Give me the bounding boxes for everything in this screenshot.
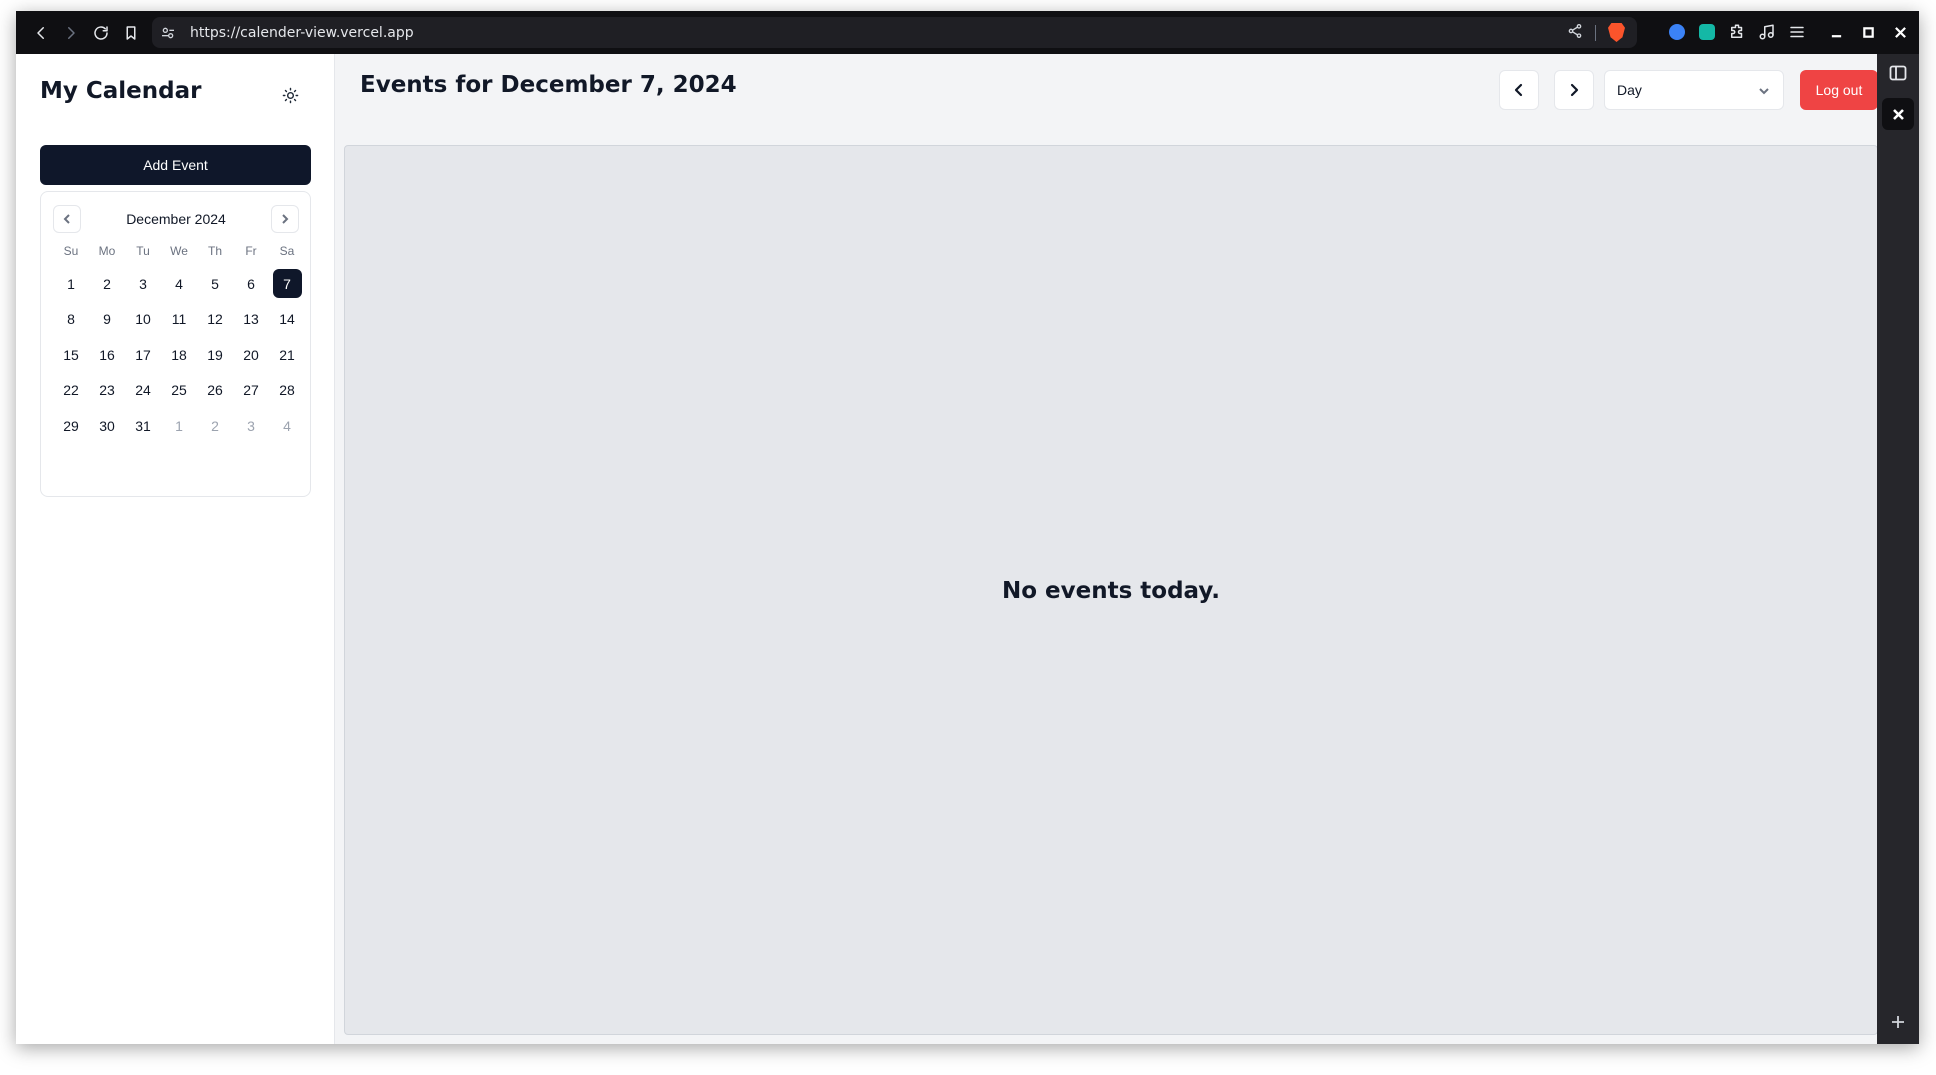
weekday-label: We — [170, 244, 188, 258]
day-cell[interactable]: 23 — [93, 376, 122, 405]
minimize-icon[interactable] — [1821, 19, 1851, 45]
close-icon[interactable] — [1882, 98, 1914, 130]
day-cell[interactable]: 28 — [273, 376, 302, 405]
month-label: December 2024 — [126, 211, 226, 227]
view-mode-value: Day — [1617, 82, 1642, 98]
day-grid: Su Mo Tu We Th Fr Sa 1 2 3 4 5 6 7 8 9 10 11 12 13 14 15 16 17… — [53, 244, 305, 444]
extension-blue-icon[interactable] — [1667, 22, 1687, 42]
day-cell[interactable]: 20 — [237, 340, 266, 369]
music-icon[interactable] — [1757, 22, 1777, 42]
next-day-button[interactable] — [1554, 70, 1594, 110]
day-cell[interactable]: 27 — [237, 376, 266, 405]
day-cell[interactable]: 6 — [237, 269, 266, 298]
weekday-label: Sa — [279, 244, 295, 258]
browser-sidebar — [1877, 54, 1919, 1044]
share-icon[interactable] — [1567, 23, 1583, 43]
week-row: 1234567 — [53, 266, 305, 302]
day-cell[interactable]: 17 — [129, 340, 158, 369]
chevron-down-icon — [1757, 84, 1771, 98]
day-cell[interactable]: 11 — [165, 305, 194, 334]
reload-icon[interactable] — [86, 18, 116, 48]
address-bar[interactable]: https://calender-view.vercel.app — [152, 17, 1637, 48]
empty-state-message: No events today. — [1001, 578, 1220, 604]
day-cell[interactable]: 31 — [129, 411, 158, 440]
day-cell[interactable]: 26 — [201, 376, 230, 405]
weekday-header-row: Su Mo Tu We Th Fr Sa — [53, 244, 305, 260]
divider — [1595, 24, 1596, 41]
window-close-icon[interactable] — [1885, 19, 1915, 45]
plus-icon[interactable] — [1890, 1014, 1906, 1030]
app-title: My Calendar — [40, 78, 202, 104]
week-row: 15 16 17 18 19 20 21 — [53, 337, 305, 373]
day-cell[interactable]: 10 — [129, 305, 158, 334]
day-cell-selected[interactable]: 7 — [272, 269, 302, 299]
back-icon[interactable] — [26, 18, 56, 48]
day-cell[interactable]: 9 — [93, 305, 122, 334]
day-cell[interactable]: 8 — [57, 305, 86, 334]
mini-calendar-header: December 2024 — [53, 205, 299, 233]
weekday-label: Th — [207, 244, 222, 258]
puzzle-icon[interactable] — [1727, 22, 1747, 42]
sidebar-panel-icon[interactable] — [1889, 64, 1907, 82]
next-month-button[interactable] — [271, 205, 299, 233]
week-row: 8 9 10 11 12 13 14 — [53, 302, 305, 338]
day-cell[interactable]: 4 — [165, 269, 194, 298]
day-cell[interactable]: 16 — [93, 340, 122, 369]
sidebar: My Calendar Add Event December 2024 Su Mo… — [16, 54, 335, 1044]
weekday-label: Mo — [98, 244, 116, 258]
calendar-app: My Calendar Add Event December 2024 Su Mo… — [16, 54, 1878, 1044]
theme-toggle-sun-icon[interactable] — [282, 87, 302, 107]
browser-toolbar: https://calender-view.vercel.app — [16, 11, 1919, 54]
day-cell-outside[interactable]: 3 — [237, 411, 266, 440]
week-row: 22 23 24 25 26 27 28 — [53, 373, 305, 409]
page-title: Events for December 7, 2024 — [360, 72, 737, 98]
events-panel: No events today. — [344, 145, 1878, 1035]
day-cell[interactable]: 30 — [93, 411, 122, 440]
day-cell[interactable]: 25 — [165, 376, 194, 405]
forward-icon[interactable] — [56, 18, 86, 48]
day-cell[interactable]: 21 — [273, 340, 302, 369]
main-content: Events for December 7, 2024 Day Log out … — [335, 54, 1878, 1044]
week-row: 29 30 31 1 2 3 4 — [53, 408, 305, 444]
day-cell[interactable]: 3 — [129, 269, 158, 298]
day-cell[interactable]: 12 — [201, 305, 230, 334]
day-cell[interactable]: 1 — [57, 269, 86, 298]
logout-button[interactable]: Log out — [1800, 70, 1878, 110]
day-cell[interactable]: 15 — [57, 340, 86, 369]
day-cell-outside[interactable]: 4 — [273, 411, 302, 440]
day-cell[interactable]: 14 — [273, 305, 302, 334]
mini-calendar: December 2024 Su Mo Tu We Th Fr Sa 1 2 3 4 5 6 7 8 9 10… — [40, 191, 311, 497]
day-cell[interactable]: 13 — [237, 305, 266, 334]
extension-teal-icon[interactable] — [1697, 22, 1717, 42]
bookmark-icon[interactable] — [116, 18, 146, 48]
maximize-icon[interactable] — [1853, 19, 1883, 45]
day-cell[interactable]: 22 — [57, 376, 86, 405]
brave-shield-icon[interactable] — [1608, 23, 1625, 42]
weekday-label: Su — [63, 244, 79, 258]
day-cell[interactable]: 2 — [93, 269, 122, 298]
site-settings-icon[interactable] — [160, 25, 176, 41]
day-cell[interactable]: 5 — [201, 269, 230, 298]
day-cell[interactable]: 24 — [129, 376, 158, 405]
day-cell-outside[interactable]: 2 — [201, 411, 230, 440]
weekday-label: Fr — [245, 244, 257, 258]
day-cell[interactable]: 19 — [201, 340, 230, 369]
day-cell[interactable]: 18 — [165, 340, 194, 369]
menu-icon[interactable] — [1787, 22, 1807, 42]
day-cell[interactable]: 29 — [57, 411, 86, 440]
browser-window: https://calender-view.vercel.app My Cale… — [16, 11, 1919, 1044]
url-text[interactable]: https://calender-view.vercel.app — [190, 25, 414, 41]
day-cell-outside[interactable]: 1 — [165, 411, 194, 440]
view-mode-select[interactable]: Day — [1604, 70, 1784, 110]
weekday-label: Tu — [136, 244, 150, 258]
add-event-button[interactable]: Add Event — [40, 145, 311, 185]
prev-day-button[interactable] — [1499, 70, 1539, 110]
